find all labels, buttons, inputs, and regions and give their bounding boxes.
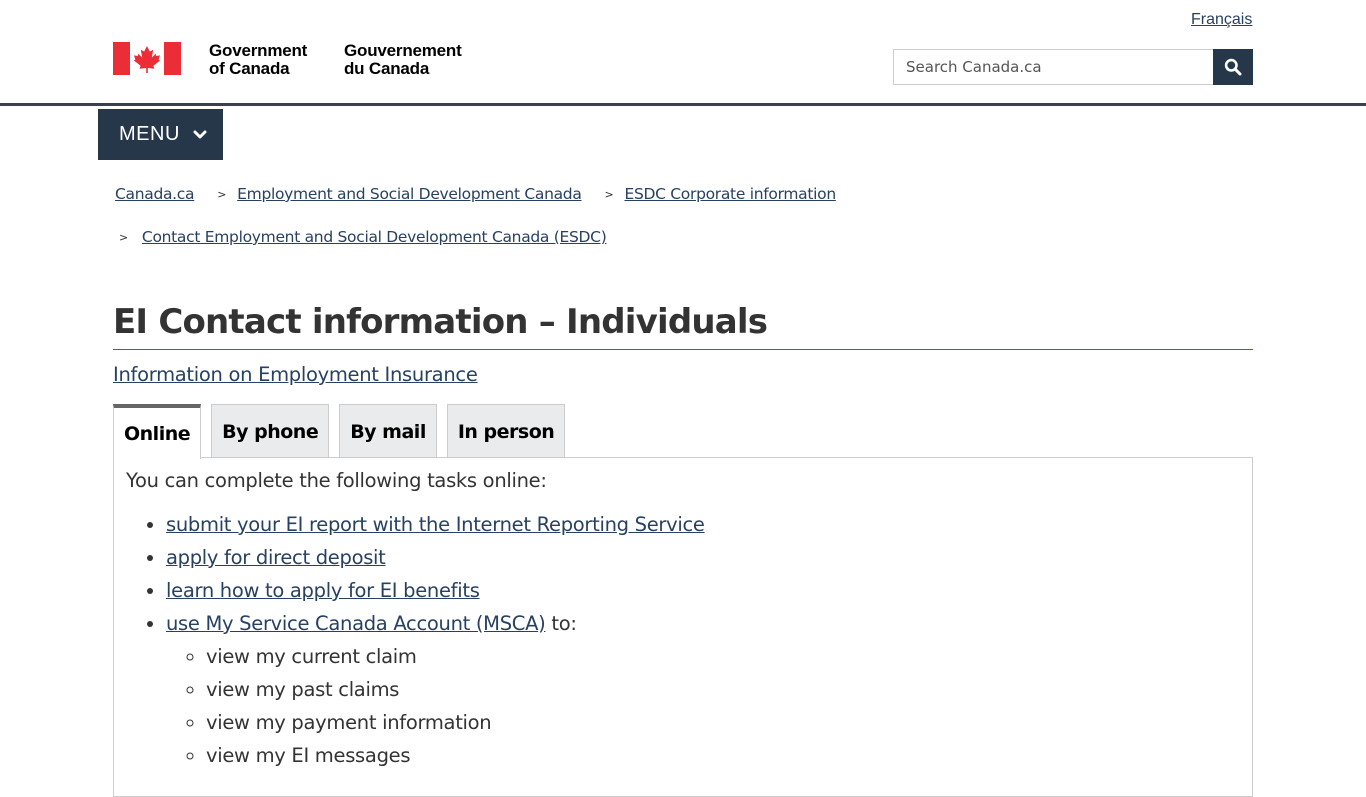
breadcrumb-link-esdc[interactable]: Employment and Social Development Canada (237, 185, 582, 203)
logo-en-line2: of Canada (209, 59, 290, 78)
direct-deposit-link[interactable]: apply for direct deposit (166, 546, 386, 569)
list-item: view my payment information (206, 706, 1240, 739)
breadcrumb-row: > Contact Employment and Social Developm… (115, 226, 1255, 248)
menu-button[interactable]: MENU (98, 109, 223, 160)
site-header: Français Government of Canada Gouverneme… (0, 0, 1366, 106)
panel-intro-text: You can complete the following tasks onl… (126, 469, 547, 492)
chevron-down-icon (193, 130, 207, 138)
tab-in-person[interactable]: In person (446, 404, 566, 458)
tab-by-phone[interactable]: By phone (211, 404, 330, 458)
msca-link[interactable]: use My Service Canada Account (MSCA) (166, 612, 546, 635)
logo-wordmark-en: Government of Canada (209, 42, 307, 78)
breadcrumb-separator: > (119, 230, 128, 244)
list-item: use My Service Canada Account (MSCA) to:… (166, 607, 1240, 772)
canada-flag-icon (113, 42, 181, 75)
search-button[interactable] (1213, 49, 1253, 85)
apply-ei-benefits-link[interactable]: learn how to apply for EI benefits (166, 579, 480, 602)
list-item: view my current claim (206, 640, 1240, 673)
language-toggle-link[interactable]: Français (1191, 11, 1252, 29)
list-item: submit your EI report with the Internet … (166, 508, 1240, 541)
breadcrumb-link-contact-esdc[interactable]: Contact Employment and Social Developmen… (142, 228, 607, 246)
tab-panel-online: You can complete the following tasks onl… (113, 457, 1253, 797)
employment-insurance-info-link[interactable]: Information on Employment Insurance (113, 363, 478, 386)
logo-fr-line1: Gouvernement (344, 41, 462, 60)
breadcrumb-row: Canada.ca > Employment and Social Develo… (115, 183, 1255, 205)
breadcrumb-link-canada[interactable]: Canada.ca (115, 185, 195, 203)
menu-label: MENU (119, 123, 180, 145)
logo-fr-line2: du Canada (344, 59, 430, 78)
contact-method-tabs: Online By phone By mail In person (113, 404, 575, 459)
list-item: learn how to apply for EI benefits (166, 574, 1240, 607)
tab-online[interactable]: Online (113, 404, 202, 459)
search-form (893, 49, 1253, 85)
search-input[interactable] (893, 49, 1213, 85)
search-icon (1224, 58, 1242, 76)
breadcrumb-separator: > (217, 187, 227, 201)
breadcrumb-link-corporate-info[interactable]: ESDC Corporate information (624, 185, 836, 203)
list-item: apply for direct deposit (166, 541, 1240, 574)
online-task-list: submit your EI report with the Internet … (126, 508, 1240, 772)
list-item: view my past claims (206, 673, 1240, 706)
tab-by-mail[interactable]: By mail (339, 404, 437, 458)
breadcrumb: Canada.ca > Employment and Social Develo… (115, 183, 1255, 248)
logo-en-line1: Government (209, 41, 308, 60)
msca-subtask-list: view my current claim view my past claim… (166, 640, 1240, 772)
list-item: view my EI messages (206, 739, 1240, 772)
breadcrumb-separator: > (604, 187, 614, 201)
page-title: EI Contact information – Individuals (113, 299, 1253, 350)
msca-suffix-text: to: (545, 612, 577, 635)
internet-reporting-link[interactable]: submit your EI report with the Internet … (166, 513, 705, 536)
logo-wordmark-fr: Gouvernement du Canada (344, 42, 462, 78)
